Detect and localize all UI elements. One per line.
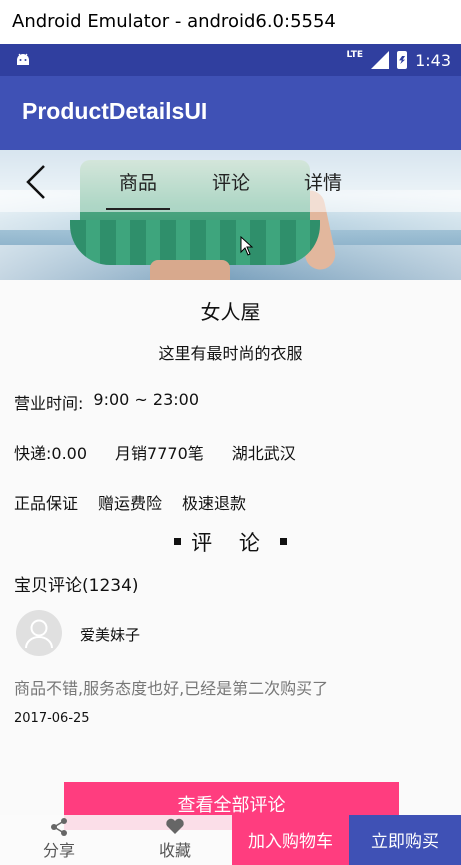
android-icon: [17, 53, 29, 65]
active-tab-indicator: [106, 208, 170, 210]
favorite-label: 收藏: [158, 841, 191, 860]
signal-icon: [371, 51, 390, 69]
app-title: ProductDetailsUI: [22, 98, 208, 124]
monthly-sales: 月销7770笔: [115, 444, 204, 463]
shop-slogan: 这里有最时尚的衣服: [158, 344, 303, 363]
promise-item: 正品保证: [14, 494, 79, 513]
heart-icon: [166, 818, 184, 834]
business-hours: 营业时间: 9:00 ~ 23:00: [14, 390, 199, 414]
share-icon: [51, 818, 67, 836]
mouse-cursor-icon: [240, 236, 254, 256]
clock: 1:43: [415, 50, 451, 70]
app-bar: ProductDetailsUI: [0, 76, 461, 150]
favorite-button[interactable]: 收藏: [140, 815, 210, 865]
tab-details[interactable]: 详情: [304, 168, 342, 195]
bottom-action-bar: 分享 收藏 加入购物车 立即购买: [0, 815, 461, 865]
add-to-cart-button[interactable]: 加入购物车: [232, 815, 349, 865]
share-label: 分享: [42, 841, 75, 860]
product-tab-bar: 商品 评论 详情: [0, 150, 461, 212]
hours-value: 9:00 ~ 23:00: [93, 390, 200, 409]
tab-goods[interactable]: 商品: [119, 168, 157, 195]
tab-comments[interactable]: 评论: [212, 168, 250, 195]
square-bullet-icon: [174, 537, 182, 545]
review-date: 2017-06-25: [14, 711, 90, 726]
user-silhouette-icon: [17, 611, 61, 655]
service-promises: 正品保证 赠运费险 极速退款: [14, 490, 266, 514]
avatar: [16, 610, 62, 656]
shop-location: 湖北武汉: [231, 444, 296, 463]
review-text: 商品不错,服务态度也好,已经是第二次购买了: [14, 679, 329, 698]
network-type: LTE: [346, 50, 364, 60]
promise-item: 赠运费险: [98, 494, 163, 513]
reviews-heading-text: 评 论: [191, 531, 270, 555]
battery-icon: [397, 51, 408, 69]
window-title: Android Emulator - android6.0:5554: [0, 0, 461, 44]
buy-now-button[interactable]: 立即购买: [349, 815, 461, 865]
status-bar: LTE 1:43: [0, 44, 461, 76]
hours-label: 营业时间:: [14, 394, 84, 413]
reviewer-name: 爱美妹子: [80, 626, 141, 644]
chevron-left-icon[interactable]: [22, 162, 52, 202]
reviews-section-heading: 评 论: [0, 527, 461, 557]
promise-item: 极速退款: [182, 494, 247, 513]
shop-stats: 快递:0.00 月销7770笔 湖北武汉: [14, 440, 324, 464]
shipping-fee: 快递:0.00: [14, 444, 88, 463]
share-button[interactable]: 分享: [24, 815, 94, 865]
review-count: 宝贝评论(1234): [14, 576, 139, 596]
shop-name: 女人屋: [200, 300, 261, 324]
square-bullet-icon: [279, 537, 287, 545]
